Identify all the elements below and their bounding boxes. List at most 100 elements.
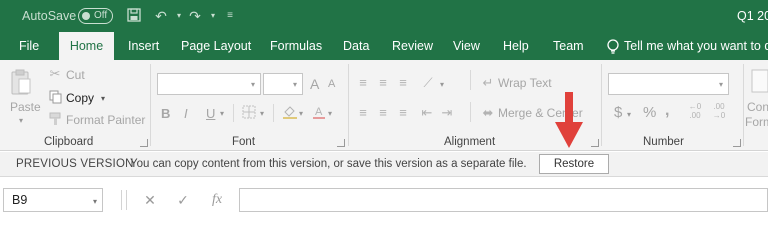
- enter-icon[interactable]: ✓: [173, 191, 193, 209]
- alignment-launcher-icon[interactable]: [591, 139, 599, 147]
- previous-version-bar: PREVIOUS VERSION You can copy content fr…: [0, 152, 768, 177]
- tab-insert[interactable]: Insert: [128, 32, 159, 60]
- divider: [233, 104, 234, 122]
- number-format-dropdown-icon[interactable]: ▾: [719, 80, 723, 89]
- shrink-font-icon[interactable]: A: [328, 78, 335, 90]
- name-box-value: B9: [12, 193, 28, 207]
- wrap-text-button[interactable]: Wrap Text: [498, 76, 552, 90]
- paste-label[interactable]: Paste: [10, 100, 41, 114]
- decrease-decimal-icon[interactable]: .00 →0: [710, 102, 728, 120]
- tab-review[interactable]: Review: [392, 32, 433, 60]
- undo-icon[interactable]: ↶: [153, 8, 169, 24]
- merge-center-icon[interactable]: ⬌: [481, 106, 495, 120]
- wrap-text-icon[interactable]: ↵: [481, 76, 495, 90]
- redo-dropdown-icon[interactable]: ▾: [205, 8, 221, 24]
- cancel-icon[interactable]: ✕: [140, 191, 160, 209]
- align-bottom-icon[interactable]: ≡: [396, 76, 410, 90]
- ribbon-tabs: File Home Insert Page Layout Formulas Da…: [0, 32, 768, 60]
- orientation-icon[interactable]: ⟋: [420, 76, 436, 90]
- bold-button[interactable]: B: [161, 106, 170, 121]
- autosave-toggle[interactable]: Off: [78, 8, 113, 24]
- tab-formulas[interactable]: Formulas: [270, 32, 322, 60]
- increase-decimal-icon[interactable]: ←0.00: [686, 102, 704, 120]
- formula-input[interactable]: [239, 188, 768, 212]
- alignment-group-label: Alignment: [444, 136, 496, 148]
- paste-dropdown-icon[interactable]: ▾: [19, 116, 23, 125]
- font-group-label: Font: [232, 136, 256, 148]
- orientation-dropdown-icon[interactable]: ▾: [440, 80, 444, 89]
- tab-help[interactable]: Help: [503, 32, 529, 60]
- divider: [126, 190, 127, 210]
- increase-indent-icon[interactable]: ⇥: [440, 106, 454, 120]
- font-launcher-icon[interactable]: [337, 139, 345, 147]
- arrow-down-icon: [555, 92, 583, 148]
- tab-page-layout[interactable]: Page Layout: [181, 32, 251, 60]
- divider: [470, 70, 471, 90]
- borders-icon[interactable]: [241, 105, 257, 122]
- tab-data[interactable]: Data: [343, 32, 369, 60]
- comma-button[interactable]: ,: [665, 102, 669, 120]
- font-color-icon[interactable]: A: [312, 105, 326, 122]
- align-center-icon[interactable]: ≡: [376, 106, 390, 120]
- group-divider: [743, 64, 744, 146]
- paste-icon[interactable]: [10, 68, 32, 96]
- tell-me-search[interactable]: Tell me what you want to do: [624, 32, 768, 60]
- copy-icon[interactable]: [48, 90, 62, 107]
- percent-button[interactable]: %: [643, 104, 656, 121]
- conditional-formatting-icon[interactable]: [750, 68, 768, 94]
- underline-button[interactable]: U: [206, 106, 215, 121]
- group-divider: [150, 64, 151, 146]
- scissors-icon[interactable]: ✂: [48, 67, 62, 81]
- font-size-dropdown-icon[interactable]: ▾: [293, 80, 297, 89]
- currency-dropdown-icon[interactable]: ▾: [627, 110, 631, 119]
- conditional-formatting-label[interactable]: Con: [747, 100, 768, 114]
- font-name-dropdown-icon[interactable]: ▾: [251, 80, 255, 89]
- number-launcher-icon[interactable]: [733, 139, 741, 147]
- name-box-dropdown-icon[interactable]: ▾: [93, 197, 97, 206]
- group-divider: [348, 64, 349, 146]
- tab-team[interactable]: Team: [553, 32, 584, 60]
- restore-button[interactable]: Restore: [539, 154, 609, 174]
- customize-qat-icon[interactable]: ≡: [222, 8, 238, 24]
- clipboard-launcher-icon[interactable]: [140, 139, 148, 147]
- svg-text:A: A: [315, 106, 323, 118]
- tab-view[interactable]: View: [453, 32, 480, 60]
- align-top-icon[interactable]: ≡: [356, 76, 370, 90]
- borders-dropdown-icon[interactable]: ▾: [260, 109, 264, 118]
- format-painter-icon[interactable]: [48, 112, 62, 129]
- toggle-knob: [82, 12, 90, 20]
- undo-dropdown-icon[interactable]: ▾: [171, 8, 187, 24]
- align-right-icon[interactable]: ≡: [396, 106, 410, 120]
- number-format-input[interactable]: [608, 73, 729, 95]
- copy-dropdown-icon[interactable]: ▾: [101, 94, 105, 103]
- formula-bar: B9 ▾ ✕ ✓ fx: [0, 177, 768, 216]
- divider: [121, 190, 122, 210]
- save-icon[interactable]: [126, 8, 142, 24]
- redo-icon[interactable]: ↷: [187, 8, 203, 24]
- divider: [470, 102, 471, 122]
- grow-font-icon[interactable]: A: [310, 76, 319, 92]
- font-color-dropdown-icon[interactable]: ▾: [328, 109, 332, 118]
- conditional-formatting-label-line2[interactable]: Form: [745, 115, 768, 129]
- fill-color-dropdown-icon[interactable]: ▾: [299, 109, 303, 118]
- format-painter-button[interactable]: Format Painter: [66, 113, 145, 127]
- fill-color-icon[interactable]: [282, 105, 298, 122]
- title-bar: AutoSave Off ↶ ▾ ↷ ▾ ≡ Q1 20: [0, 0, 768, 32]
- currency-button[interactable]: $: [614, 104, 622, 121]
- align-middle-icon[interactable]: ≡: [376, 76, 390, 90]
- tab-file[interactable]: File: [19, 32, 39, 60]
- insert-function-button[interactable]: fx: [207, 191, 227, 209]
- align-left-icon[interactable]: ≡: [356, 106, 370, 120]
- copy-button[interactable]: Copy: [66, 91, 94, 105]
- cut-button[interactable]: Cut: [66, 68, 85, 82]
- font-name-input[interactable]: [157, 73, 261, 95]
- decrease-indent-icon[interactable]: ⇤: [420, 106, 434, 120]
- underline-dropdown-icon[interactable]: ▾: [220, 109, 224, 118]
- document-title: Q1 20: [737, 9, 768, 23]
- autosave-state: Off: [94, 10, 108, 21]
- italic-button[interactable]: I: [184, 106, 188, 121]
- name-box[interactable]: B9 ▾: [3, 188, 103, 212]
- clipboard-group-label: Clipboard: [44, 136, 94, 148]
- lightbulb-icon: [606, 39, 620, 54]
- tab-home[interactable]: Home: [59, 32, 114, 60]
